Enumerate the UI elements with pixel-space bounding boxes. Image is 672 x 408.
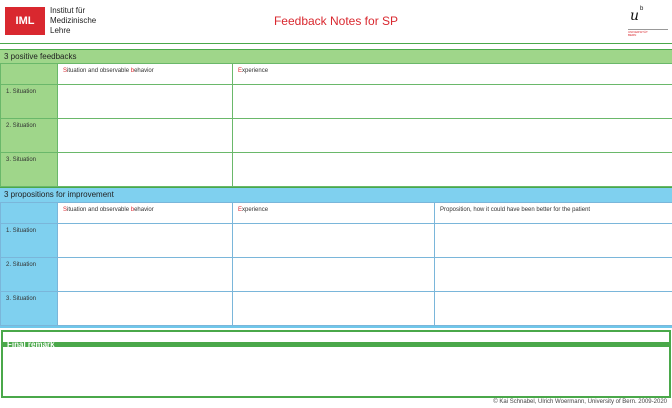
table-row: 3. Situation <box>0 291 672 326</box>
improvement-table: Situation and observable behavior Experi… <box>0 202 672 326</box>
table-row: 2. Situation <box>0 257 672 292</box>
table-row: 1. Situation <box>0 84 672 119</box>
experience-cell[interactable] <box>232 291 435 326</box>
situation-cell[interactable] <box>57 291 233 326</box>
experience-cell[interactable] <box>232 257 435 292</box>
experience-cell[interactable] <box>232 118 672 153</box>
proposition-cell[interactable] <box>434 257 672 292</box>
table-header-row: Situation and observable behavior Experi… <box>0 202 672 224</box>
situation-cell[interactable] <box>57 84 233 119</box>
corner-cell <box>0 63 58 85</box>
table-header-row: Situation and observable behavior Experi… <box>0 63 672 85</box>
column-header-experience: Experience <box>232 202 435 224</box>
unibe-b-mark: b <box>640 6 644 12</box>
unibe-logo: u b UNIVERSITÄT BERN <box>628 6 668 38</box>
final-remark-header: Final remark <box>3 332 669 349</box>
column-header-situation: Situation and observable behavior <box>57 63 233 85</box>
improvement-section-title: 3 propositions for improvement <box>0 188 672 202</box>
page-header: IML Institut für Medizinische Lehre Feed… <box>0 0 672 44</box>
experience-cell[interactable] <box>232 84 672 119</box>
table-row: 2. Situation <box>0 118 672 153</box>
row-label: 3. Situation <box>0 291 58 326</box>
table-row: 1. Situation <box>0 223 672 258</box>
proposition-cell[interactable] <box>434 223 672 258</box>
row-label: 1. Situation <box>0 84 58 119</box>
situation-cell[interactable] <box>57 257 233 292</box>
corner-cell <box>0 202 58 224</box>
unibe-u-mark: u <box>630 8 640 24</box>
table-row: 3. Situation <box>0 152 672 187</box>
experience-cell[interactable] <box>232 223 435 258</box>
situation-cell[interactable] <box>57 223 233 258</box>
positive-table: Situation and observable behavior Experi… <box>0 63 672 187</box>
row-label: 3. Situation <box>0 152 58 187</box>
situation-cell[interactable] <box>57 152 233 187</box>
situation-cell[interactable] <box>57 118 233 153</box>
experience-cell[interactable] <box>232 152 672 187</box>
final-remark-box[interactable]: Final remark <box>1 330 671 398</box>
row-label: 2. Situation <box>0 118 58 153</box>
positive-feedback-section: 3 positive feedbacks Situation and obser… <box>0 49 672 189</box>
positive-section-title: 3 positive feedbacks <box>0 49 672 63</box>
row-label: 1. Situation <box>0 223 58 258</box>
final-remark-title: Final remark <box>7 340 55 349</box>
header-divider <box>0 43 672 44</box>
row-label: 2. Situation <box>0 257 58 292</box>
final-remark-band <box>3 342 669 347</box>
proposition-cell[interactable] <box>434 291 672 326</box>
column-header-experience: Experience <box>232 63 672 85</box>
column-header-situation: Situation and observable behavior <box>57 202 233 224</box>
unibe-subtitle: UNIVERSITÄT BERN <box>628 30 648 37</box>
page-title: Feedback Notes for SP <box>273 14 399 28</box>
improvement-section: 3 propositions for improvement Situation… <box>0 188 672 328</box>
copyright-footer: © Kai Schnabel, Ulrich Woermann, Univers… <box>493 399 667 405</box>
column-header-proposition: Proposition, how it could have been bett… <box>434 202 672 224</box>
